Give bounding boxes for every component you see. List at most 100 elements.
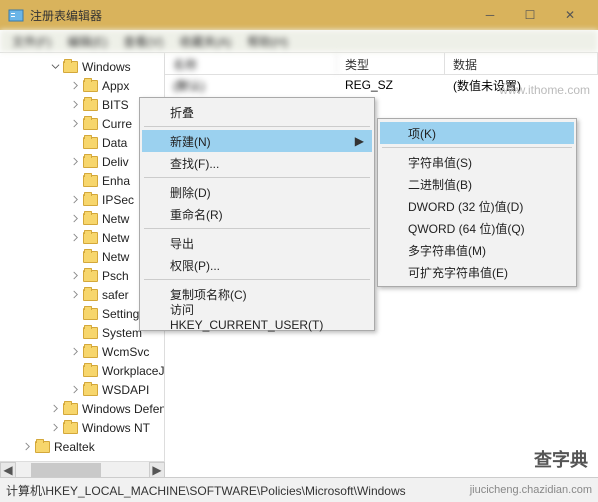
tree-label: Enha <box>102 174 130 188</box>
menu-new-string[interactable]: 字符串值(S) <box>380 151 574 173</box>
chevron-right-icon[interactable] <box>22 441 33 452</box>
separator <box>144 279 370 280</box>
menu-help[interactable]: 帮助(H) <box>241 31 294 52</box>
tree-label: Netw <box>102 212 129 226</box>
expander-empty <box>70 308 81 319</box>
tree-label: BITS <box>102 98 129 112</box>
scroll-thumb[interactable] <box>31 463 101 477</box>
folder-icon <box>83 308 98 320</box>
tree-node-realtek[interactable]: Realtek <box>0 437 164 456</box>
scroll-track[interactable] <box>16 462 149 477</box>
expander-empty <box>70 251 81 262</box>
chevron-right-icon[interactable] <box>70 194 81 205</box>
folder-icon <box>63 422 78 434</box>
col-data[interactable]: 数据 <box>445 53 598 74</box>
tree-label: WSDAPI <box>102 383 149 397</box>
folder-icon <box>83 137 98 149</box>
chevron-right-icon[interactable] <box>70 270 81 281</box>
tree-node-windows[interactable]: Windows <box>0 57 164 76</box>
scroll-right-button[interactable]: ▶ <box>149 462 165 478</box>
menu-new-expand[interactable]: 可扩充字符串值(E) <box>380 261 574 283</box>
menu-fav[interactable]: 收藏夹(A) <box>173 31 237 52</box>
menubar: 文件(F) 编辑(E) 查看(V) 收藏夹(A) 帮助(H) <box>0 30 598 52</box>
chevron-right-icon[interactable] <box>70 384 81 395</box>
tree-node[interactable]: WcmSvc <box>0 342 164 361</box>
col-type[interactable]: 类型 <box>337 53 445 74</box>
chevron-right-icon: ▶ <box>355 134 364 148</box>
separator <box>144 126 370 127</box>
tree-node[interactable]: WorkplaceJoi <box>0 361 164 380</box>
menu-export[interactable]: 导出 <box>142 232 372 254</box>
tree-node[interactable]: Appx <box>0 76 164 95</box>
menu-file[interactable]: 文件(F) <box>6 31 57 52</box>
tree-label: Appx <box>102 79 129 93</box>
tree-node[interactable]: Windows Defend <box>0 399 164 418</box>
folder-icon <box>83 118 98 130</box>
chevron-right-icon[interactable] <box>70 118 81 129</box>
list-header: 名称 类型 数据 <box>165 53 598 75</box>
chevron-right-icon[interactable] <box>70 289 81 300</box>
chevron-right-icon[interactable] <box>70 232 81 243</box>
expander-empty <box>70 137 81 148</box>
chevron-right-icon[interactable] <box>50 422 61 433</box>
window-title: 注册表编辑器 <box>30 7 470 24</box>
menu-new-multi[interactable]: 多字符串值(M) <box>380 239 574 261</box>
tree-label: Curre <box>102 117 132 131</box>
menu-new-dword[interactable]: DWORD (32 位)值(D) <box>380 195 574 217</box>
tree-node[interactable]: WSDAPI <box>0 380 164 399</box>
tree-label: Windows Defend <box>82 402 165 416</box>
separator <box>144 228 370 229</box>
chevron-right-icon[interactable] <box>70 80 81 91</box>
folder-icon <box>83 270 98 282</box>
expander-empty <box>70 365 81 376</box>
separator <box>144 177 370 178</box>
chevron-right-icon[interactable] <box>70 213 81 224</box>
minimize-button[interactable]: ─ <box>470 0 510 30</box>
watermark: www.ithome.com <box>499 83 590 97</box>
menu-rename[interactable]: 重命名(R) <box>142 203 372 225</box>
watermark: jiucicheng.chazidian.com <box>470 484 592 496</box>
tree-label: safer <box>102 288 129 302</box>
chevron-right-icon[interactable] <box>70 99 81 110</box>
context-menu: 折叠 新建(N)▶ 查找(F)... 删除(D) 重命名(R) 导出 权限(P)… <box>139 97 375 331</box>
tree-label: Netw <box>102 250 129 264</box>
menu-collapse[interactable]: 折叠 <box>142 101 372 123</box>
folder-icon <box>63 403 78 415</box>
chevron-down-icon[interactable] <box>50 61 61 72</box>
menu-new-key[interactable]: 项(K) <box>380 122 574 144</box>
folder-icon <box>83 251 98 263</box>
menu-new-binary[interactable]: 二进制值(B) <box>380 173 574 195</box>
chevron-right-icon[interactable] <box>70 346 81 357</box>
folder-icon <box>83 232 98 244</box>
menu-find[interactable]: 查找(F)... <box>142 152 372 174</box>
menu-view[interactable]: 查看(V) <box>117 31 169 52</box>
separator <box>382 147 572 148</box>
folder-icon <box>35 441 50 453</box>
folder-icon <box>83 384 98 396</box>
menu-delete[interactable]: 删除(D) <box>142 181 372 203</box>
app-icon <box>8 7 24 23</box>
close-button[interactable]: ✕ <box>550 0 590 30</box>
col-name[interactable]: 名称 <box>165 53 337 74</box>
expander-empty <box>70 175 81 186</box>
titlebar: 注册表编辑器 ─ ☐ ✕ <box>0 0 598 30</box>
folder-icon <box>63 61 78 73</box>
folder-icon <box>83 194 98 206</box>
menu-goto-hkcu[interactable]: 访问 HKEY_CURRENT_USER(T) <box>142 305 372 327</box>
chevron-right-icon[interactable] <box>70 156 81 167</box>
tree-label: Windows <box>82 60 131 74</box>
scroll-left-button[interactable]: ◀ <box>0 462 16 478</box>
menu-permissions[interactable]: 权限(P)... <box>142 254 372 276</box>
maximize-button[interactable]: ☐ <box>510 0 550 30</box>
menu-new-qword[interactable]: QWORD (64 位)值(Q) <box>380 217 574 239</box>
chevron-right-icon[interactable] <box>50 403 61 414</box>
folder-icon <box>83 213 98 225</box>
menu-new[interactable]: 新建(N)▶ <box>142 130 372 152</box>
horizontal-scrollbar[interactable]: ◀ ▶ <box>0 461 165 477</box>
tree-label: Netw <box>102 231 129 245</box>
tree-label: WcmSvc <box>102 345 149 359</box>
tree-label: Deliv <box>102 155 129 169</box>
folder-icon <box>83 365 98 377</box>
menu-edit[interactable]: 编辑(E) <box>61 31 113 52</box>
tree-node[interactable]: Windows NT <box>0 418 164 437</box>
